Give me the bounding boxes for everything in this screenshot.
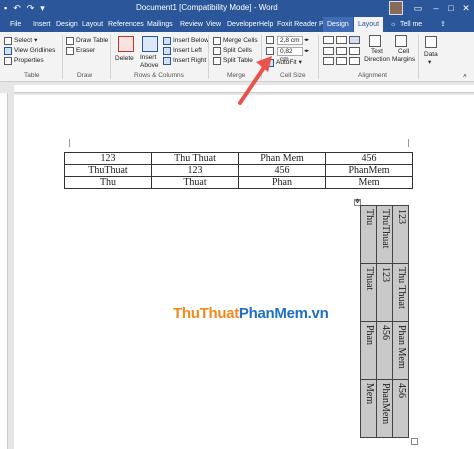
annotation-arrow (238, 56, 272, 105)
